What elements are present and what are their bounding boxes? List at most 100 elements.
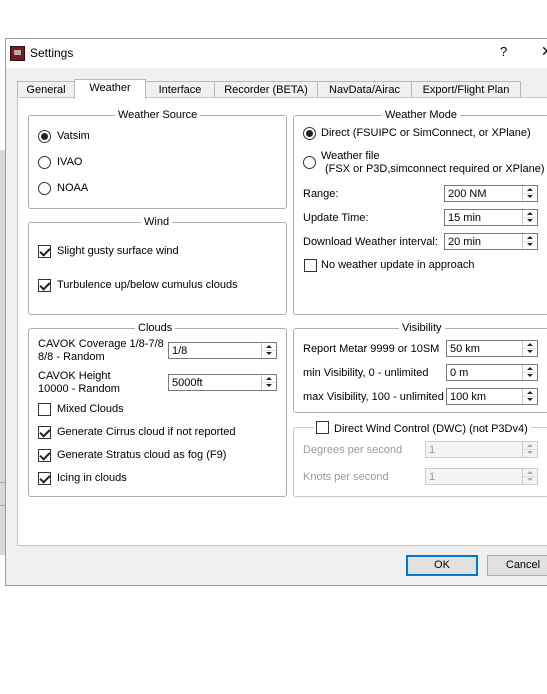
spinbox-value: 100 km bbox=[450, 391, 487, 403]
degrees-label: Degrees per second bbox=[303, 444, 403, 456]
spin-down-icon[interactable] bbox=[523, 193, 537, 200]
spin-down-icon[interactable] bbox=[523, 449, 537, 456]
dwc-title: Direct Wind Control (DWC) (not P3Dv4) bbox=[334, 423, 528, 435]
checkbox-label: Slight gusty surface wind bbox=[57, 245, 179, 257]
spinbox-value: 5000ft bbox=[172, 377, 203, 389]
radio-vatsim[interactable] bbox=[38, 130, 51, 143]
knots-spinbox[interactable]: 1 bbox=[425, 468, 538, 485]
spinbox-value: 20 min bbox=[448, 236, 482, 248]
spinbox-value: 200 NM bbox=[448, 188, 487, 200]
spin-down-icon[interactable] bbox=[523, 372, 537, 379]
update-time-spinbox[interactable]: 15 min bbox=[444, 209, 538, 226]
spinbox-buttons bbox=[522, 186, 537, 201]
range-spinbox[interactable]: 200 NM bbox=[444, 185, 538, 202]
tab-interface[interactable]: Interface bbox=[145, 81, 215, 98]
radio-label: Vatsim bbox=[57, 130, 90, 142]
cavok-height-sublabel: 10000 - Random bbox=[38, 383, 120, 395]
spin-down-icon[interactable] bbox=[262, 382, 276, 389]
spin-down-icon[interactable] bbox=[523, 348, 537, 355]
radio-label: IVAO bbox=[57, 156, 83, 168]
spinbox-buttons bbox=[261, 375, 276, 390]
dwc-checkbox[interactable] bbox=[316, 421, 329, 434]
max-visibility-label: max Visibility, 100 - unlimited bbox=[303, 391, 444, 403]
weather-source-group: Weather Source Vatsim IVAO NOAA bbox=[28, 109, 287, 209]
help-button[interactable]: ? bbox=[500, 44, 507, 59]
download-interval-label: Download Weather interval: bbox=[303, 236, 438, 248]
checkbox-label: Icing in clouds bbox=[57, 472, 127, 484]
spinbox-value: 1 bbox=[429, 471, 436, 483]
spinbox-buttons bbox=[261, 343, 276, 358]
max-visibility-spinbox[interactable]: 100 km bbox=[446, 388, 538, 405]
spinbox-value: 50 km bbox=[450, 343, 480, 355]
checkbox-label: Generate Cirrus cloud if not reported bbox=[57, 426, 236, 438]
checkbox-label: Generate Stratus cloud as fog (F9) bbox=[57, 449, 227, 461]
radio-label: Direct (FSUIPC or SimConnect, or XPlane) bbox=[321, 127, 531, 139]
close-icon[interactable]: ✕ bbox=[541, 43, 547, 60]
spinbox-buttons bbox=[522, 469, 537, 484]
weather-mode-group: Weather Mode Direct (FSUIPC or SimConnec… bbox=[293, 109, 547, 315]
group-title: Weather Source bbox=[115, 109, 201, 122]
dwc-group: Direct Wind Control (DWC) (not P3Dv4) De… bbox=[293, 421, 547, 497]
spinbox-value: 15 min bbox=[448, 212, 482, 224]
degrees-spinbox[interactable]: 1 bbox=[425, 441, 538, 458]
knots-label: Knots per second bbox=[303, 471, 389, 483]
app-icon bbox=[10, 46, 25, 61]
cavok-coverage-sublabel: 8/8 - Random bbox=[38, 351, 105, 363]
spinbox-value: 0 m bbox=[450, 367, 469, 379]
cavok-height-label: CAVOK Height bbox=[38, 370, 111, 382]
tab-general[interactable]: General bbox=[17, 81, 75, 98]
clouds-group: Clouds CAVOK Coverage 1/8-7/8 8/8 - Rand… bbox=[28, 322, 287, 497]
spinbox-buttons bbox=[522, 341, 537, 356]
spin-down-icon[interactable] bbox=[523, 217, 537, 224]
checkbox-label: No weather update in approach bbox=[321, 259, 475, 271]
settings-dialog: Settings ? ✕ General Weather Interface R… bbox=[5, 38, 547, 586]
spinbox-buttons bbox=[522, 389, 537, 404]
radio-noaa[interactable] bbox=[38, 182, 51, 195]
icing-checkbox[interactable] bbox=[38, 472, 51, 485]
tab-weather[interactable]: Weather bbox=[74, 79, 146, 99]
spin-down-icon[interactable] bbox=[523, 241, 537, 248]
radio-weather-file[interactable] bbox=[303, 156, 316, 169]
update-time-label: Update Time: bbox=[303, 212, 369, 224]
checkbox-label: Mixed Clouds bbox=[57, 403, 124, 415]
spin-down-icon[interactable] bbox=[523, 396, 537, 403]
turbulence-checkbox[interactable] bbox=[38, 279, 51, 292]
radio-ivao[interactable] bbox=[38, 156, 51, 169]
spinbox-buttons bbox=[522, 210, 537, 225]
tab-export-flight-plan[interactable]: Export/Flight Plan bbox=[411, 81, 521, 98]
mixed-clouds-checkbox[interactable] bbox=[38, 403, 51, 416]
spinbox-buttons bbox=[522, 442, 537, 457]
slight-gusty-checkbox[interactable] bbox=[38, 245, 51, 258]
checkbox-label: Turbulence up/below cumulus clouds bbox=[57, 279, 238, 291]
spinbox-buttons bbox=[522, 234, 537, 249]
ok-button[interactable]: OK bbox=[406, 555, 478, 576]
report-metar-label: Report Metar 9999 or 10SM bbox=[303, 343, 440, 355]
radio-direct[interactable] bbox=[303, 127, 316, 140]
radio-sublabel: (FSX or P3D,simconnect required or XPlan… bbox=[325, 163, 545, 175]
cirrus-checkbox[interactable] bbox=[38, 426, 51, 439]
spinbox-value: 1 bbox=[429, 444, 436, 456]
cavok-height-spinbox[interactable]: 5000ft bbox=[168, 374, 277, 391]
title-bar[interactable]: Settings ? ✕ bbox=[6, 39, 547, 68]
group-title: Visibility bbox=[399, 322, 445, 335]
window-title: Settings bbox=[30, 46, 74, 60]
spin-down-icon[interactable] bbox=[523, 476, 537, 483]
download-interval-spinbox[interactable]: 20 min bbox=[444, 233, 538, 250]
cavok-coverage-spinbox[interactable]: 1/8 bbox=[168, 342, 277, 359]
stratus-checkbox[interactable] bbox=[38, 449, 51, 462]
group-title: Wind bbox=[141, 216, 173, 229]
group-title: Weather Mode bbox=[382, 109, 460, 122]
min-visibility-spinbox[interactable]: 0 m bbox=[446, 364, 538, 381]
group-title: Direct Wind Control (DWC) (not P3Dv4) bbox=[314, 421, 531, 436]
cavok-coverage-label: CAVOK Coverage 1/8-7/8 bbox=[38, 338, 164, 350]
no-update-approach-checkbox[interactable] bbox=[304, 259, 317, 272]
spinbox-value: 1/8 bbox=[172, 345, 188, 357]
range-label: Range: bbox=[303, 188, 339, 200]
tab-recorder[interactable]: Recorder (BETA) bbox=[214, 81, 318, 98]
weather-tab-panel: Weather Source Vatsim IVAO NOAA Wind Sli… bbox=[17, 97, 547, 546]
report-metar-spinbox[interactable]: 50 km bbox=[446, 340, 538, 357]
cancel-button[interactable]: Cancel bbox=[487, 555, 547, 576]
tab-navdata[interactable]: NavData/Airac bbox=[317, 81, 412, 98]
spin-down-icon[interactable] bbox=[262, 350, 276, 357]
spinbox-buttons bbox=[522, 365, 537, 380]
